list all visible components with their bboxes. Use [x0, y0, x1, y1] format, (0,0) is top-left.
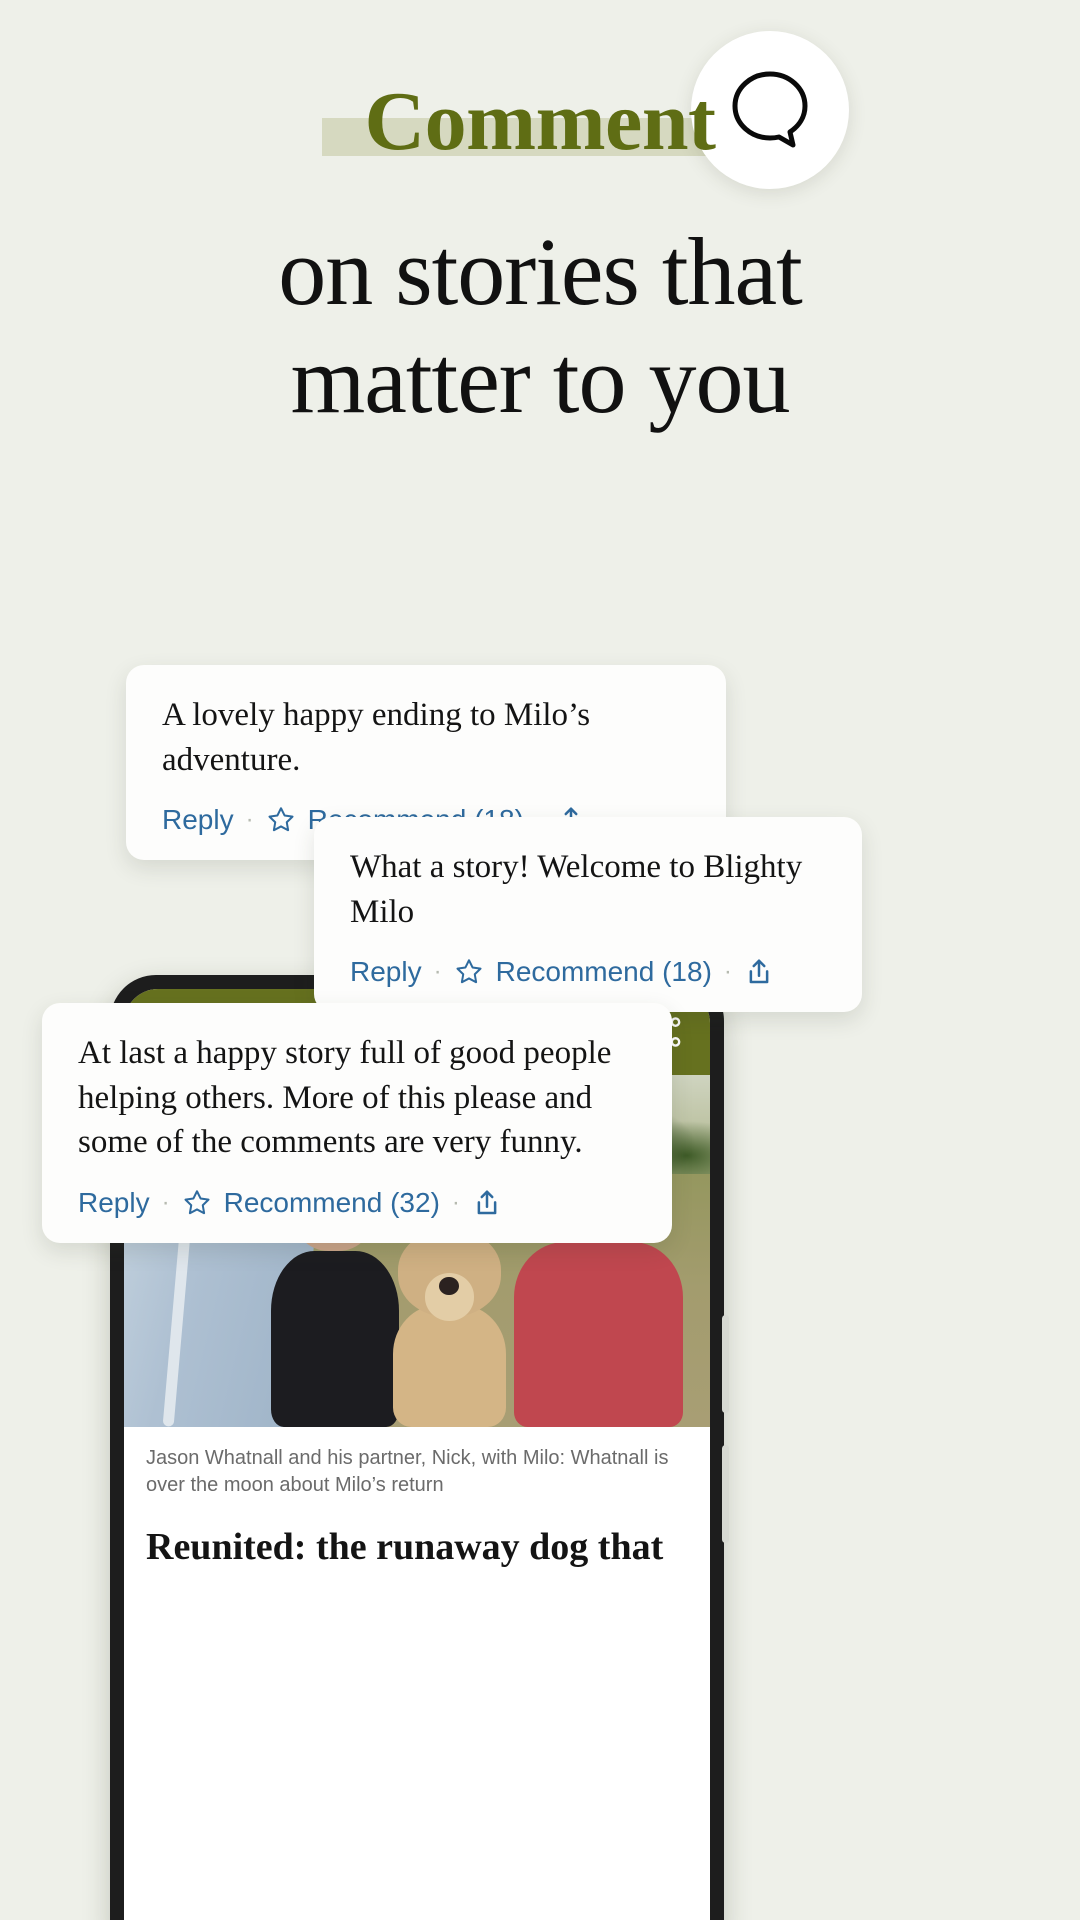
comment-text: At last a happy story full of good peopl…: [78, 1035, 612, 1161]
action-separator: ·: [433, 958, 442, 986]
comment-actions: Reply · Recommend (32) ·: [78, 1187, 636, 1219]
photo-person-left-torso: [270, 1251, 399, 1427]
photo-caption: Jason Whatnall and his partner, Nick, wi…: [146, 1447, 669, 1496]
recommend-button[interactable]: Recommend (18): [496, 956, 712, 988]
action-separator: ·: [723, 958, 732, 986]
headline-line-2: matter to you: [290, 325, 791, 433]
photo-dog: [388, 1229, 511, 1427]
photo-dog-nose: [439, 1277, 460, 1295]
photo-dog-body: [392, 1304, 506, 1427]
share-arrow-icon[interactable]: [744, 957, 774, 987]
page-title: on stories that matter to you: [0, 218, 1080, 433]
speech-bubble-icon: [732, 71, 808, 148]
page-eyebrow: Comment: [364, 75, 716, 168]
share-arrow-icon[interactable]: [472, 1188, 502, 1218]
headline-line-1: on stories that: [278, 218, 803, 325]
eyebrow-inner: Comment: [322, 80, 758, 164]
star-outline-icon[interactable]: [182, 1188, 212, 1218]
article-headline: Reunited: the runaway dog that: [146, 1526, 664, 1568]
comment-text: A lovely happy ending to Milo’s adventur…: [162, 697, 591, 778]
comment-text: What a story! Welcome to Blighty Milo: [350, 849, 803, 930]
eyebrow-wrapper: Comment: [0, 80, 1080, 164]
star-outline-icon[interactable]: [266, 805, 296, 835]
star-outline-icon[interactable]: [454, 957, 484, 987]
comment-actions: Reply · Recommend (18) ·: [350, 956, 826, 988]
action-separator: ·: [245, 806, 254, 834]
comment-card[interactable]: What a story! Welcome to Blighty Milo Re…: [314, 817, 862, 1013]
phone-volume-down-button[interactable]: [722, 1445, 729, 1543]
photo-person-right-torso: [514, 1242, 684, 1427]
action-separator: ·: [161, 1188, 170, 1216]
reply-button[interactable]: Reply: [162, 804, 234, 836]
reply-button[interactable]: Reply: [350, 956, 422, 988]
action-separator: ·: [451, 1188, 460, 1216]
comment-card[interactable]: At last a happy story full of good peopl…: [42, 1003, 672, 1243]
hero-section: Comment on stories that matter to you: [0, 0, 1080, 520]
recommend-button[interactable]: Recommend (32): [224, 1187, 440, 1219]
phone-volume-up-button[interactable]: [722, 1315, 729, 1413]
reply-button[interactable]: Reply: [78, 1187, 150, 1219]
